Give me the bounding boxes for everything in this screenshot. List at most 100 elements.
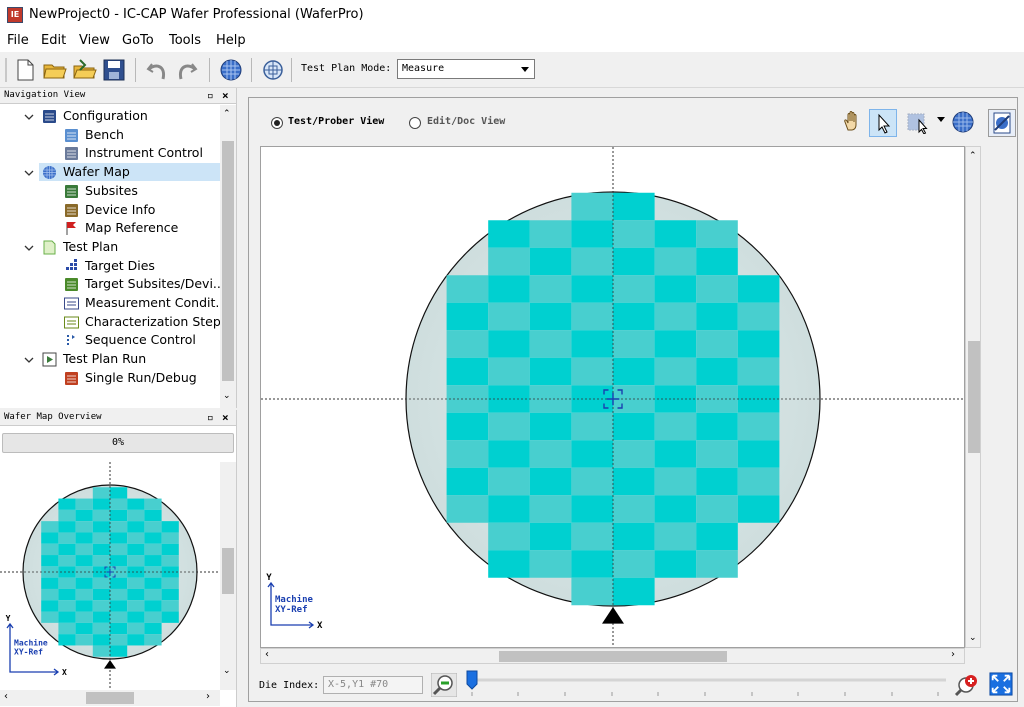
nav-scrollbar-thumb[interactable] xyxy=(222,141,234,381)
die[interactable] xyxy=(571,440,613,468)
die[interactable] xyxy=(613,495,655,523)
die[interactable] xyxy=(58,600,76,612)
die[interactable] xyxy=(92,622,110,635)
chevron-down-icon[interactable] xyxy=(24,355,34,365)
die[interactable] xyxy=(58,509,76,522)
die[interactable] xyxy=(529,495,572,523)
die[interactable] xyxy=(696,330,738,358)
overview-h-scrollbar-thumb[interactable] xyxy=(86,692,134,704)
die[interactable] xyxy=(696,275,738,303)
die[interactable] xyxy=(737,330,780,358)
die[interactable] xyxy=(488,220,530,248)
die[interactable] xyxy=(488,357,530,386)
die[interactable] xyxy=(127,577,145,589)
die[interactable] xyxy=(58,532,76,544)
scroll-down-icon[interactable]: ⌄ xyxy=(969,633,977,643)
die[interactable] xyxy=(488,275,530,303)
die[interactable] xyxy=(737,440,780,468)
wafer-map-icon[interactable] xyxy=(218,57,244,83)
test-prober-view-radio[interactable] xyxy=(271,117,283,129)
nav-scrollbar[interactable]: ⌃ ⌄ xyxy=(220,105,236,408)
die[interactable] xyxy=(529,275,572,303)
die[interactable] xyxy=(144,555,162,567)
nav-item-label[interactable]: Target Subsites/Devi... xyxy=(85,276,225,291)
die[interactable] xyxy=(58,622,76,635)
die[interactable] xyxy=(161,532,179,544)
die[interactable] xyxy=(75,543,93,556)
die[interactable] xyxy=(110,611,128,623)
die[interactable] xyxy=(654,522,697,551)
die[interactable] xyxy=(110,498,128,510)
die[interactable] xyxy=(529,440,572,468)
die[interactable] xyxy=(613,330,655,358)
die[interactable] xyxy=(654,550,697,578)
region-select-icon[interactable] xyxy=(905,110,931,134)
die[interactable] xyxy=(446,412,489,441)
die[interactable] xyxy=(571,550,613,578)
die[interactable] xyxy=(110,600,128,612)
die[interactable] xyxy=(75,521,93,533)
die[interactable] xyxy=(529,247,572,276)
die[interactable] xyxy=(571,495,613,523)
die[interactable] xyxy=(654,440,697,468)
select-tool-button[interactable] xyxy=(869,109,897,137)
die[interactable] xyxy=(571,522,613,551)
nav-item-label[interactable]: Map Reference xyxy=(85,220,178,235)
die[interactable] xyxy=(92,521,110,533)
close-icon[interactable]: × xyxy=(222,89,229,102)
die[interactable] xyxy=(737,412,780,441)
die[interactable] xyxy=(571,275,613,303)
die[interactable] xyxy=(529,550,572,578)
die[interactable] xyxy=(75,600,93,612)
die[interactable] xyxy=(92,645,110,657)
nav-item-label[interactable]: Bench xyxy=(85,127,124,142)
die[interactable] xyxy=(161,577,179,589)
die[interactable] xyxy=(127,588,145,601)
zoom-slider[interactable] xyxy=(462,668,952,702)
die[interactable] xyxy=(161,588,179,601)
die[interactable] xyxy=(654,275,697,303)
die[interactable] xyxy=(696,302,738,331)
die[interactable] xyxy=(92,532,110,544)
die[interactable] xyxy=(571,357,613,386)
die[interactable] xyxy=(446,302,489,331)
nav-item-label[interactable]: Subsites xyxy=(85,183,138,198)
die[interactable] xyxy=(613,522,655,551)
die[interactable] xyxy=(571,412,613,441)
die[interactable] xyxy=(571,330,613,358)
die[interactable] xyxy=(144,532,162,544)
die[interactable] xyxy=(529,412,572,441)
die[interactable] xyxy=(110,543,128,556)
die[interactable] xyxy=(144,611,162,623)
die[interactable] xyxy=(613,220,655,248)
die[interactable] xyxy=(92,588,110,601)
die[interactable] xyxy=(92,509,110,522)
die[interactable] xyxy=(127,555,145,567)
die[interactable] xyxy=(654,330,697,358)
nav-item-label[interactable]: Characterization Steps xyxy=(85,314,227,329)
die[interactable] xyxy=(161,611,179,623)
nav-item-label[interactable]: Wafer Map xyxy=(63,164,130,179)
die[interactable] xyxy=(58,634,76,646)
die[interactable] xyxy=(92,577,110,589)
nav-item-label[interactable]: Single Run/Debug xyxy=(85,370,197,385)
die[interactable] xyxy=(571,577,613,606)
die[interactable] xyxy=(488,467,530,496)
pan-hand-icon[interactable] xyxy=(840,110,866,134)
die[interactable] xyxy=(571,302,613,331)
die[interactable] xyxy=(696,550,738,578)
zoom-in-icon[interactable] xyxy=(954,673,980,697)
die[interactable] xyxy=(446,275,489,303)
die[interactable] xyxy=(127,532,145,544)
die[interactable] xyxy=(110,521,128,533)
die[interactable] xyxy=(488,247,530,276)
die[interactable] xyxy=(654,412,697,441)
die[interactable] xyxy=(737,357,780,386)
die[interactable] xyxy=(654,247,697,276)
die[interactable] xyxy=(613,275,655,303)
die[interactable] xyxy=(161,600,179,612)
die[interactable] xyxy=(613,577,655,606)
die[interactable] xyxy=(696,440,738,468)
overview-v-scrollbar-thumb[interactable] xyxy=(222,548,234,594)
nav-item-label[interactable]: Device Info xyxy=(85,202,155,217)
